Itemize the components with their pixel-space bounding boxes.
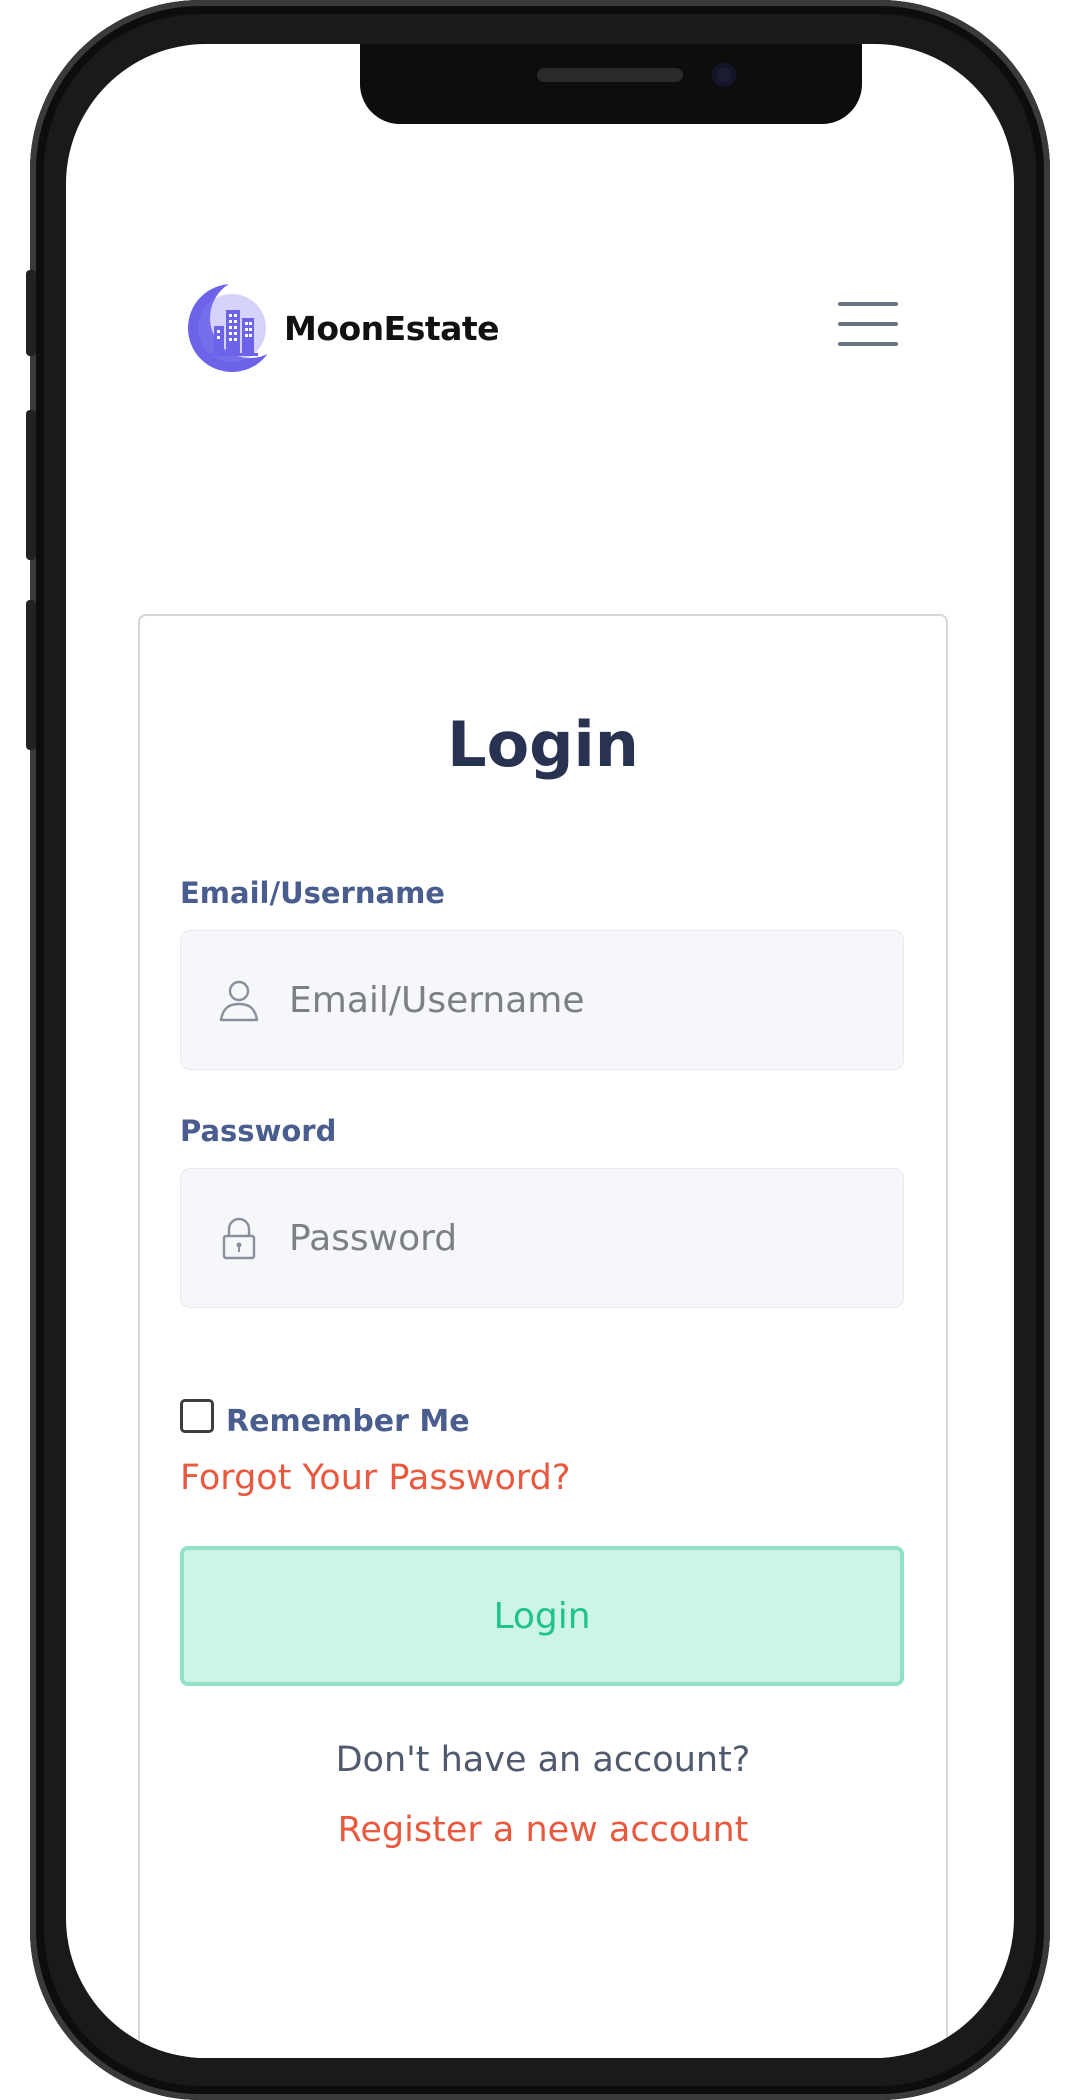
register-link[interactable]: Register a new account	[140, 1810, 946, 1850]
brand-logo[interactable]: MoonEstate	[186, 280, 500, 376]
login-card: Login Email/Username Password	[138, 614, 948, 2058]
lock-icon	[222, 1217, 256, 1260]
phone-screen: MoonEstate Login Email/Username Password	[66, 44, 1014, 2058]
hamburger-line	[838, 322, 898, 326]
no-account-text: Don't have an account?	[335, 1740, 751, 1780]
forgot-password-link[interactable]: Forgot Your Password?	[180, 1458, 570, 1498]
password-input[interactable]	[289, 1217, 849, 1259]
phone-volume-up-button	[26, 410, 36, 560]
user-icon	[219, 980, 259, 1022]
password-label: Password	[180, 1114, 337, 1148]
hamburger-line	[838, 302, 898, 306]
password-field[interactable]	[180, 1168, 904, 1308]
login-title: Login	[447, 708, 639, 781]
remember-me-checkbox[interactable]	[180, 1398, 214, 1433]
email-label: Email/Username	[180, 876, 445, 910]
remember-me-row[interactable]: Remember Me	[180, 1398, 470, 1439]
phone-volume-down-button	[26, 600, 36, 750]
email-field[interactable]	[180, 930, 904, 1070]
speaker-grille	[537, 68, 683, 82]
remember-me-label[interactable]: Remember Me	[226, 1404, 470, 1439]
moon-building-logo-icon	[188, 280, 282, 372]
hamburger-menu-icon[interactable]	[838, 300, 898, 348]
hamburger-line	[838, 342, 898, 346]
device-stage: MoonEstate Login Email/Username Password	[0, 0, 1080, 2100]
email-input[interactable]	[289, 979, 849, 1021]
brand-name: MoonEstate	[284, 308, 500, 348]
phone-notch	[360, 44, 862, 124]
front-camera	[712, 63, 736, 87]
login-button[interactable]: Login	[180, 1546, 904, 1686]
phone-mute-switch	[26, 270, 36, 356]
